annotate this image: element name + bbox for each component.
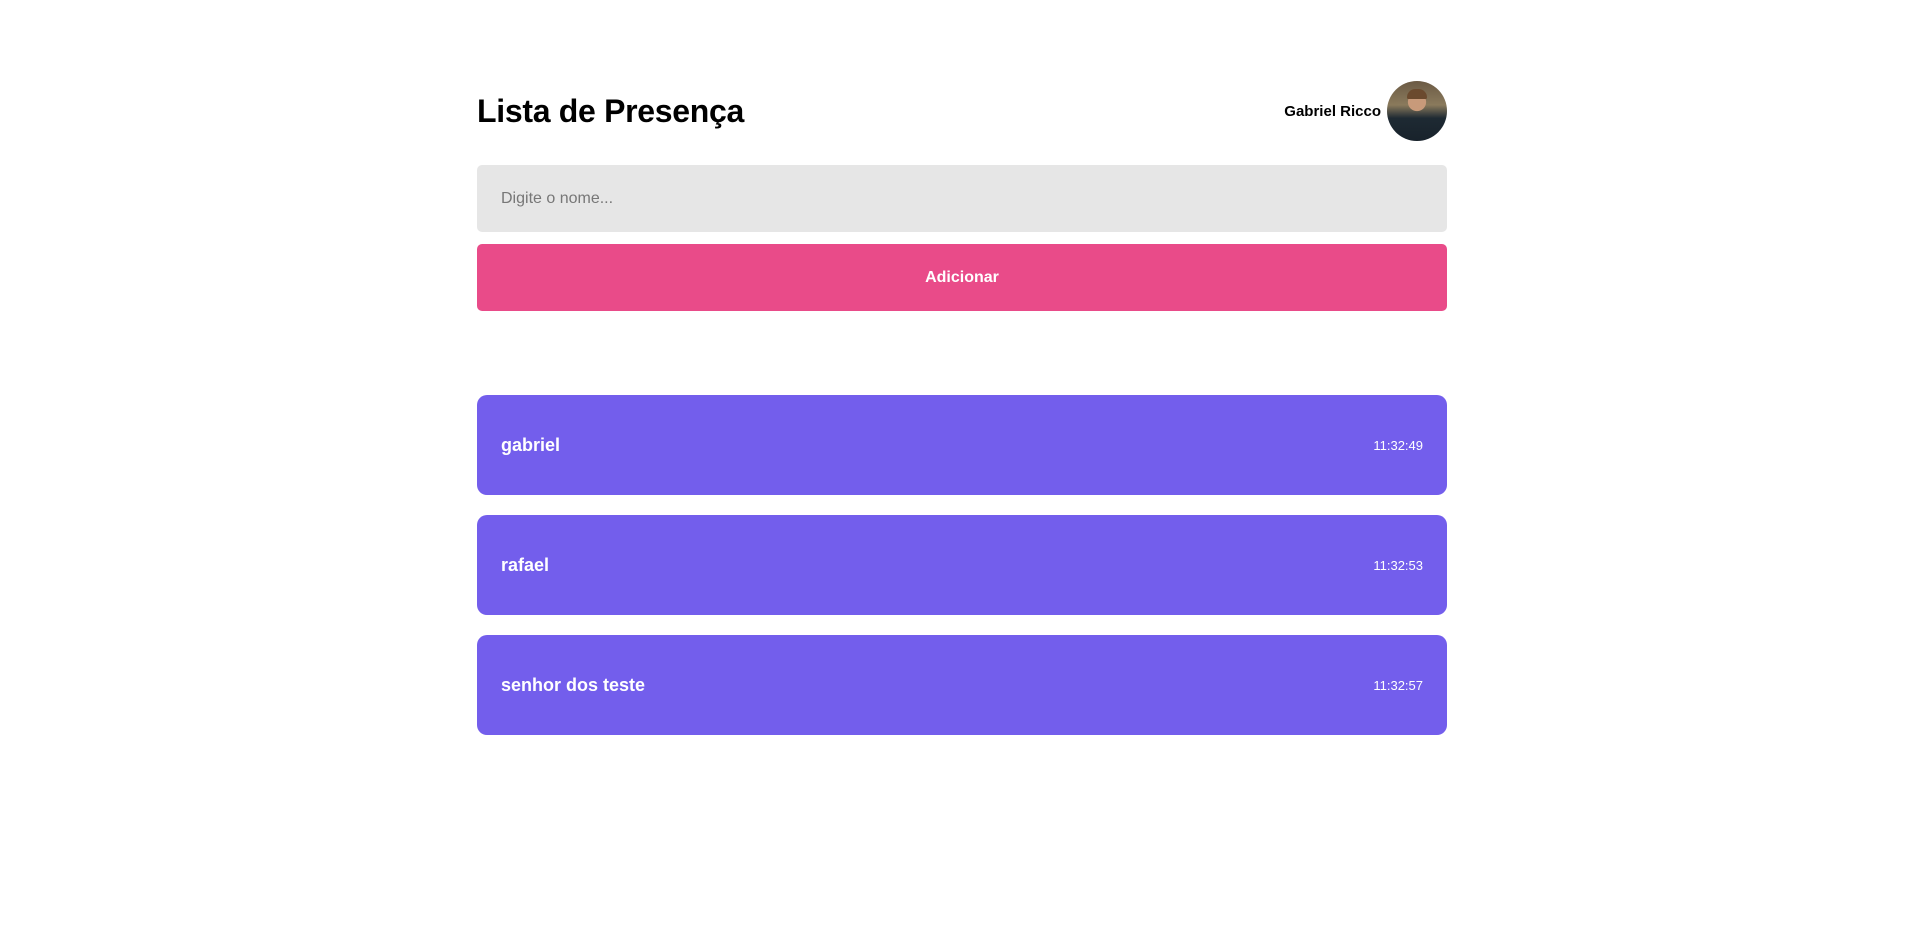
user-name: Gabriel Ricco xyxy=(1284,102,1381,120)
attendee-time: 11:32:53 xyxy=(1373,557,1423,573)
user-profile: Gabriel Ricco xyxy=(1284,81,1447,141)
add-button[interactable]: Adicionar xyxy=(477,244,1447,311)
attendee-list: gabriel 11:32:49 rafael 11:32:53 senhor … xyxy=(477,395,1447,735)
page-title: Lista de Presença xyxy=(477,92,745,129)
attendee-card: senhor dos teste 11:32:57 xyxy=(477,635,1447,735)
attendee-time: 11:32:49 xyxy=(1373,437,1423,453)
attendee-card: rafael 11:32:53 xyxy=(477,515,1447,615)
attendee-card: gabriel 11:32:49 xyxy=(477,395,1447,495)
name-input[interactable] xyxy=(477,165,1447,232)
attendee-name: rafael xyxy=(501,554,550,575)
attendee-name: gabriel xyxy=(501,434,561,455)
avatar xyxy=(1387,81,1447,141)
header: Lista de Presença Gabriel Ricco xyxy=(477,80,1447,142)
attendee-time: 11:32:57 xyxy=(1373,677,1423,693)
attendee-name: senhor dos teste xyxy=(501,674,646,695)
